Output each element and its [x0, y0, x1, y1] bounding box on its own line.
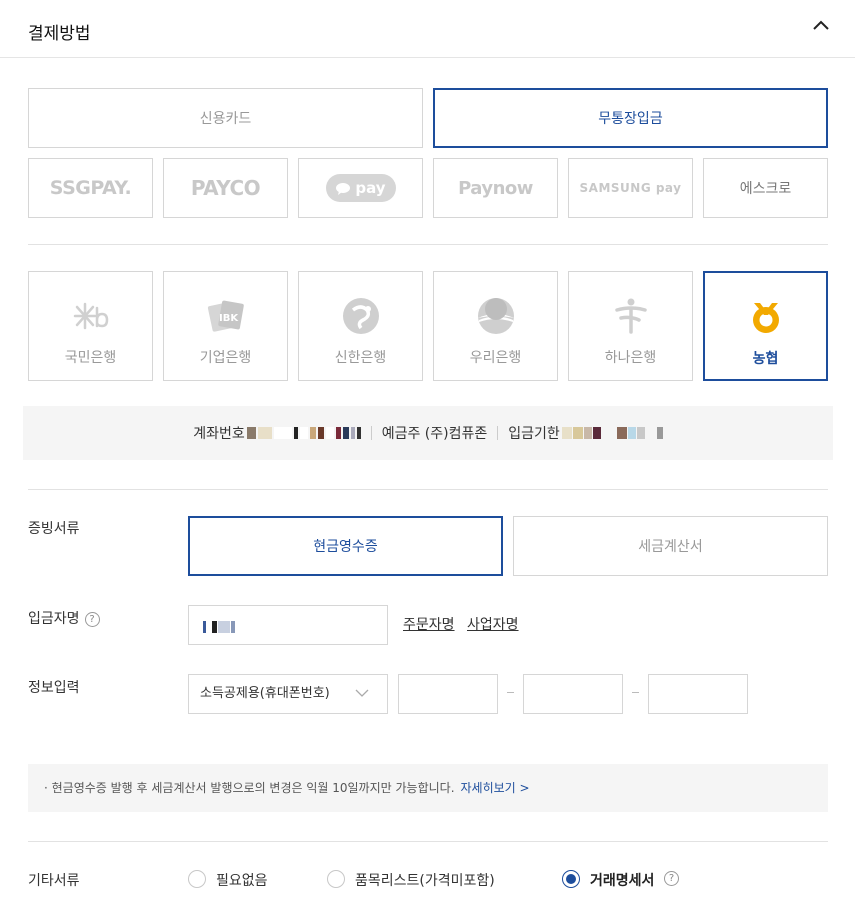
bank-nh-label: 농협 — [752, 351, 779, 367]
bank-woori-option[interactable]: 우리은행 — [433, 271, 558, 381]
hana-logo-icon — [614, 298, 647, 334]
bank-woori-label: 우리은행 — [469, 350, 522, 366]
deduction-type-value: 소득공제용(휴대폰번호) — [200, 686, 330, 701]
help-icon[interactable]: ? — [84, 611, 100, 627]
bank-transfer-option[interactable]: 무통장입금 — [433, 88, 828, 148]
separator — [370, 426, 372, 440]
depositor-row-label: 입금자명? — [28, 608, 100, 628]
bank-shinhan-label: 신한은행 — [334, 350, 387, 366]
radio-item-list[interactable] — [327, 870, 345, 888]
bank-hana-label: 하나은행 — [604, 350, 657, 366]
radio-statement[interactable] — [562, 870, 580, 888]
cash-receipt-label: 현금영수증 — [313, 539, 378, 555]
separator — [497, 426, 499, 440]
paynow-option[interactable]: Paynow — [433, 158, 558, 218]
deduction-type-select[interactable]: 소득공제용(휴대폰번호) — [188, 674, 388, 714]
escrow-label: 에스크로 — [739, 181, 792, 197]
section-header: 결제방법 — [0, 0, 855, 58]
kakaopay-text: pay — [355, 179, 386, 197]
depositor-label: 입금자명 — [28, 611, 80, 627]
info-label: 정보입력 — [28, 680, 80, 696]
phone-part-3-input[interactable] — [648, 674, 748, 714]
bank-shinhan-option[interactable]: 신한은행 — [298, 271, 423, 381]
cash-receipt-option[interactable]: 현금영수증 — [188, 516, 503, 576]
receipt-label: 증빙서류 — [28, 521, 80, 537]
account-number-label: 계좌번호 — [193, 426, 245, 442]
phone-part-1-input[interactable] — [398, 674, 498, 714]
tax-invoice-option[interactable]: 세금계산서 — [513, 516, 828, 576]
depositor-input[interactable] — [188, 605, 388, 645]
bank-ibk-label: 기업은행 — [199, 350, 252, 366]
ssgpay-logo: SSGPAY. — [49, 177, 132, 199]
escrow-option[interactable]: 에스크로 — [703, 158, 828, 218]
account-holder: 예금주 (주)컴퓨존 — [381, 426, 488, 442]
woori-logo-icon — [477, 298, 514, 334]
business-name-link[interactable]: 사업자명 — [467, 614, 519, 634]
speech-bubble-icon — [336, 182, 351, 195]
radio-statement-label: 거래명세서 — [590, 873, 655, 889]
samsungpay-option[interactable]: SAMSUNG pay — [568, 158, 693, 218]
bank-nh-option[interactable]: 농협 — [703, 271, 828, 381]
nh-logo-icon — [752, 303, 779, 333]
phone-part-2-input[interactable] — [523, 674, 623, 714]
bank-transfer-label: 무통장입금 — [598, 111, 663, 127]
order-name-link[interactable]: 주문자명 — [403, 614, 455, 634]
bank-hana-option[interactable]: 하나은행 — [568, 271, 693, 381]
other-docs-label: 기타서류 — [28, 873, 80, 889]
payco-logo: PAYCO — [190, 176, 261, 200]
chevron-up-icon[interactable] — [810, 14, 832, 36]
paynow-logo: Paynow — [458, 177, 533, 199]
help-icon[interactable]: ? — [664, 871, 679, 886]
bank-kb-label: 국민은행 — [64, 350, 117, 366]
account-number-censored — [246, 427, 361, 439]
svg-text:IBK: IBK — [219, 313, 239, 324]
more-link[interactable]: 자세히보기 > — [461, 781, 530, 795]
divider — [28, 841, 828, 842]
account-info-bar: 계좌번호 예금주 (주)컴퓨존 입금기한 — [23, 406, 833, 460]
depositor-value-censored — [203, 621, 235, 633]
deadline-label: 입금기한 — [508, 426, 560, 442]
shinhan-logo-icon — [342, 298, 379, 334]
credit-card-label: 신용카드 — [199, 111, 252, 127]
samsungpay-logo: SAMSUNG pay — [579, 181, 682, 195]
ssgpay-option[interactable]: SSGPAY. — [28, 158, 153, 218]
ibk-logo-icon: IBK — [207, 300, 244, 332]
divider — [28, 489, 828, 490]
dash-separator — [632, 692, 639, 693]
bank-kb-option[interactable]: 국민은행 — [28, 271, 153, 381]
kb-star-icon — [73, 302, 108, 330]
dash-separator — [507, 692, 514, 693]
kakaopay-logo: pay — [325, 174, 396, 202]
notice-box: · 현금영수증 발행 후 세금계산서 발행으로의 변경은 익월 10일까지만 가… — [28, 764, 828, 812]
tax-invoice-label: 세금계산서 — [638, 539, 703, 555]
divider — [28, 244, 828, 245]
radio-none[interactable] — [188, 870, 206, 888]
credit-card-option[interactable]: 신용카드 — [28, 88, 423, 148]
chevron-down-icon — [355, 689, 369, 697]
bank-ibk-option[interactable]: IBK 기업은행 — [163, 271, 288, 381]
section-title: 결제방법 — [28, 24, 91, 44]
notice-text: · 현금영수증 발행 후 세금계산서 발행으로의 변경은 익월 10일까지만 가… — [44, 781, 455, 795]
deadline-censored — [561, 427, 663, 439]
radio-item-list-label: 품목리스트(가격미포함) — [355, 873, 495, 889]
radio-none-label: 필요없음 — [216, 873, 268, 889]
kakaopay-option[interactable]: pay — [298, 158, 423, 218]
payco-option[interactable]: PAYCO — [163, 158, 288, 218]
